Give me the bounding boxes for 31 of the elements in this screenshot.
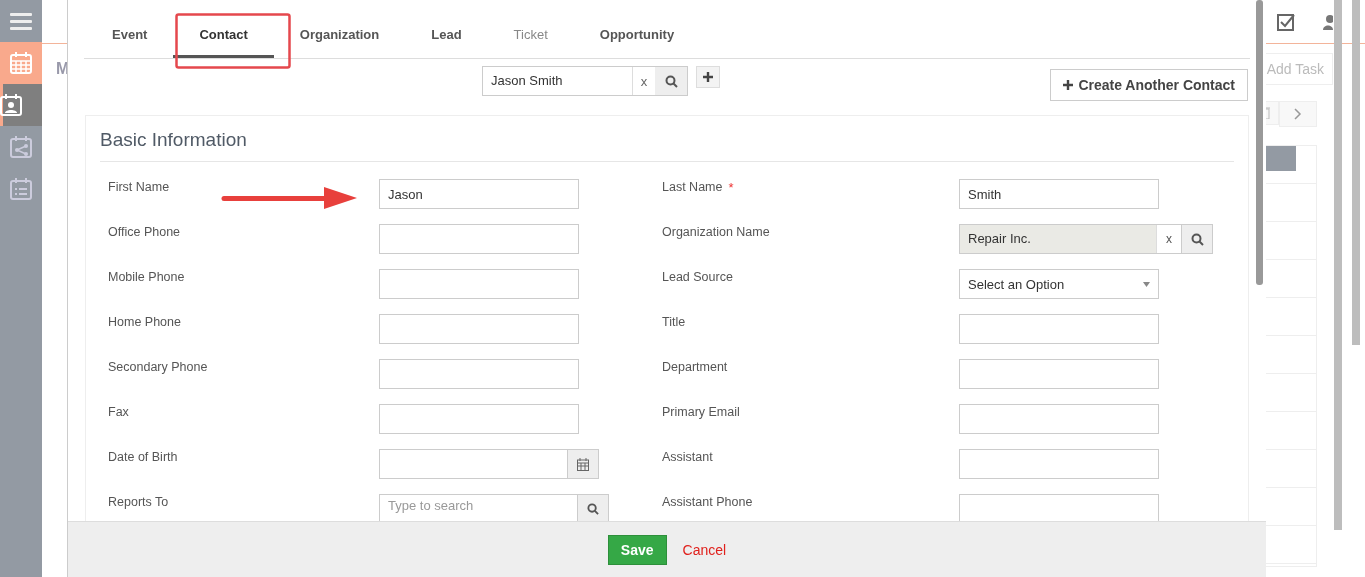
field-label: Assistant Phone xyxy=(662,495,753,511)
field-label: Last Name xyxy=(662,180,723,196)
field-label: Home Phone xyxy=(108,315,181,331)
tab[interactable]: Lead xyxy=(405,0,488,58)
search-value: Jason Smith xyxy=(490,72,564,90)
field-label: Lead Source xyxy=(662,270,733,286)
field-label: Assistant xyxy=(662,450,713,466)
section-title: Basic Information xyxy=(100,116,1234,162)
field-label: First Name xyxy=(108,180,170,196)
field-label: Primary Email xyxy=(662,405,740,421)
field-label: Secondary Phone xyxy=(108,360,208,376)
cancel-link[interactable]: Cancel xyxy=(682,541,727,558)
create-contact-button[interactable]: Create Another Contact xyxy=(1050,69,1248,101)
field-label: Date of Birth xyxy=(108,450,178,466)
field-label: Title xyxy=(662,315,686,331)
select-dropdown[interactable]: Select an Option xyxy=(959,269,1159,299)
organization-field[interactable]: Repair Inc. x xyxy=(959,224,1213,254)
tab[interactable]: Opportunity xyxy=(573,0,701,58)
field-label: Organization Name xyxy=(662,225,770,241)
tab[interactable]: Event xyxy=(84,0,174,58)
tab[interactable]: Contact xyxy=(173,0,274,58)
field-label: Office Phone xyxy=(108,225,181,241)
tab[interactable]: Organization xyxy=(273,0,406,58)
text-field[interactable]: Smith xyxy=(959,179,1159,209)
field-label: Mobile Phone xyxy=(108,270,185,286)
field-label: Fax xyxy=(108,405,129,421)
contact-search-field[interactable]: Jason Smith x xyxy=(482,66,688,96)
required-marker: * xyxy=(728,180,734,197)
text-field[interactable]: Jason xyxy=(379,179,579,209)
field-label: Reports To xyxy=(108,495,169,511)
field-label: Department xyxy=(662,360,728,376)
